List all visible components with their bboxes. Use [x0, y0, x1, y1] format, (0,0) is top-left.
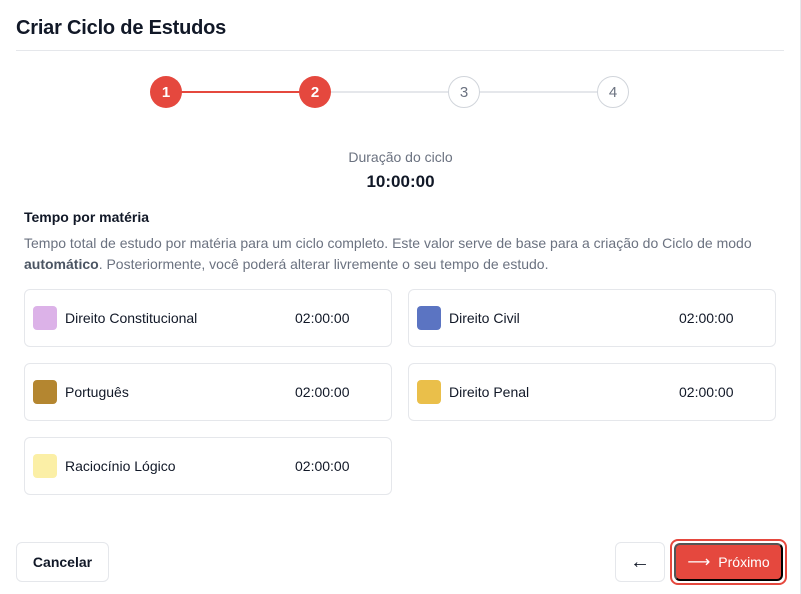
title-divider: [16, 50, 784, 51]
duration-value: 10:00:00: [366, 172, 435, 191]
subject-time[interactable]: 02:00:00: [295, 458, 350, 474]
subject-color-swatch[interactable]: [33, 380, 57, 404]
subject-time[interactable]: 02:00:00: [295, 310, 350, 326]
subject-card[interactable]: Raciocínio Lógico 02:00:00: [24, 437, 392, 495]
arrow-left-icon: ←: [630, 550, 650, 573]
arrow-right-icon: ⟶: [687, 554, 711, 571]
section-heading: Tempo por matéria: [24, 209, 149, 225]
subject-name: Direito Constitucional: [65, 310, 198, 326]
subject-time[interactable]: 02:00:00: [295, 384, 350, 400]
subject-color-swatch[interactable]: [417, 306, 441, 330]
stepper: 1 2 3 4: [150, 76, 630, 108]
step-4-label: 4: [608, 83, 618, 101]
subject-name: Raciocínio Lógico: [65, 458, 176, 474]
next-button-label: Próximo: [718, 554, 770, 570]
section-desc-part1: Tempo total de estudo por matéria para u…: [24, 235, 752, 251]
dialog-title: Criar Ciclo de Estudos: [16, 17, 227, 39]
subject-card[interactable]: Português 02:00:00: [24, 363, 392, 421]
subject-color-swatch[interactable]: [33, 454, 57, 478]
subject-card[interactable]: Direito Penal 02:00:00: [408, 363, 776, 421]
step-1-label: 1: [161, 83, 171, 101]
step-2-label: 2: [310, 83, 320, 101]
subject-time[interactable]: 02:00:00: [679, 384, 734, 400]
subject-name: Direito Civil: [449, 310, 520, 326]
subject-name: Português: [65, 384, 129, 400]
cancel-button[interactable]: Cancelar: [16, 542, 109, 582]
step-3[interactable]: 3: [448, 76, 480, 108]
step-connector-3: [464, 91, 613, 93]
section-description: Tempo total de estudo por matéria para u…: [24, 233, 774, 275]
step-4[interactable]: 4: [597, 76, 629, 108]
create-cycle-dialog: Criar Ciclo de Estudos 1 2 3 4 Duração d…: [0, 0, 801, 594]
subject-time[interactable]: 02:00:00: [679, 310, 734, 326]
subject-name: Direito Penal: [449, 384, 530, 400]
step-3-label: 3: [459, 83, 469, 101]
duration-label: Duração do ciclo: [348, 149, 453, 165]
step-1[interactable]: 1: [150, 76, 182, 108]
step-2[interactable]: 2: [299, 76, 331, 108]
subject-color-swatch[interactable]: [33, 306, 57, 330]
back-button[interactable]: ←: [615, 542, 665, 582]
subject-color-swatch[interactable]: [417, 380, 441, 404]
section-desc-part2: . Posteriormente, você poderá alterar li…: [98, 256, 549, 272]
subject-card[interactable]: Direito Civil 02:00:00: [408, 289, 776, 347]
section-desc-bold: automático: [24, 256, 99, 272]
next-button[interactable]: ⟶ Próximo: [674, 543, 783, 581]
step-connector-1: [166, 91, 315, 93]
step-connector-2: [315, 91, 464, 93]
subject-card[interactable]: Direito Constitucional 02:00:00: [24, 289, 392, 347]
